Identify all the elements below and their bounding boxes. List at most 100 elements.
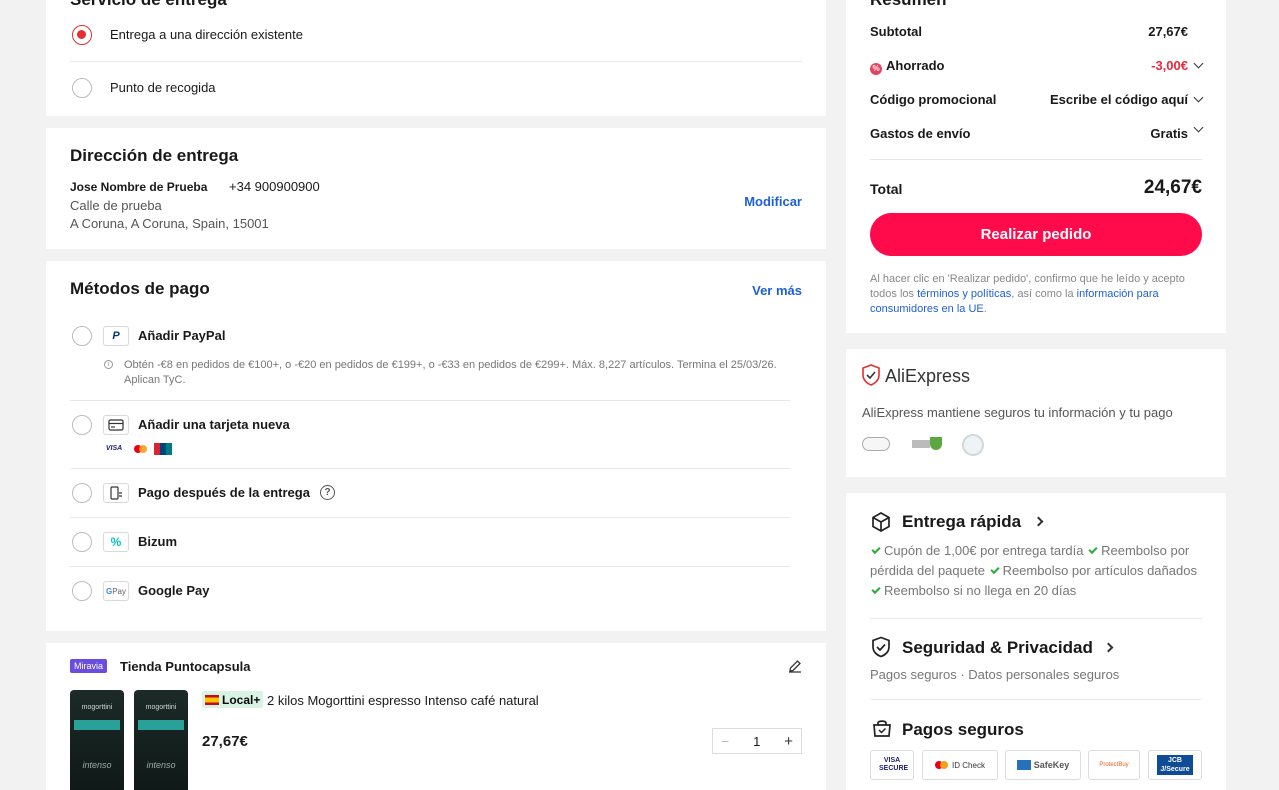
google-pay-label[interactable]: Google Pay: [138, 583, 210, 598]
mastercard-logo-icon: [130, 443, 150, 455]
product-variant: intenso: [82, 760, 112, 770]
product-price: 27,67€: [202, 733, 248, 750]
certification-badge-icon: [862, 437, 890, 451]
increase-quantity-button[interactable]: +: [784, 733, 793, 750]
saved-value: -3,00€: [1151, 58, 1188, 73]
shipping-row[interactable]: Gastos de envío Gratis: [870, 122, 1204, 146]
quantity-value[interactable]: 1: [753, 734, 760, 749]
promo-code-input[interactable]: Escribe el código aquí: [1050, 92, 1188, 107]
chevron-down-icon[interactable]: [1193, 122, 1204, 133]
protectbuy-badge: ProtectBuy: [1088, 750, 1140, 780]
delivery-service-card: Servicio de entrega Entrega a una direcc…: [46, 0, 826, 116]
ssl-badge-icon: [912, 437, 942, 451]
payment-methods-card: Métodos de pago Ver más P Añadir PayPal …: [46, 261, 826, 631]
address-card: Dirección de entrega Jose Nombre de Prue…: [46, 128, 826, 249]
spain-flag-icon: [205, 694, 219, 705]
store-card: Miravia Tienda Puntocapsula mogorttini i…: [46, 643, 826, 790]
jcb-secure-badge: JCB J/Secure: [1148, 750, 1202, 780]
radio-google-pay[interactable]: [72, 581, 92, 601]
summary-card: Resumen Subtotal 27,67€ % Ahorrado -3,00€…: [846, 0, 1226, 333]
chevron-right-icon[interactable]: [1103, 642, 1114, 653]
amex-safekey-badge: SafeKey: [1005, 750, 1081, 780]
address-city: A Coruna, A Coruna, Spain, 15001: [70, 216, 269, 231]
radio-existing-address[interactable]: [72, 25, 92, 45]
quantity-stepper[interactable]: − 1 +: [712, 728, 802, 754]
local-plus-badge: Local+: [202, 691, 264, 708]
paypal-label[interactable]: Añadir PayPal: [138, 328, 225, 343]
payment-methods-title: Métodos de pago: [70, 279, 210, 298]
bizum-label[interactable]: Bizum: [138, 534, 177, 549]
option-pickup-point-label[interactable]: Punto de recogida: [110, 80, 216, 95]
product-brand: mogorttini: [145, 704, 177, 711]
radio-new-card[interactable]: [72, 415, 92, 435]
radio-bizum[interactable]: [72, 532, 92, 552]
divider: [870, 618, 1202, 619]
visa-logo-icon: VISA: [105, 445, 123, 452]
recipient-name: Jose Nombre de Prueba: [70, 180, 208, 194]
shield-check-icon: [862, 364, 880, 389]
edit-icon[interactable]: [788, 659, 802, 673]
lock-bag-icon: [872, 718, 892, 741]
divider: [70, 400, 790, 401]
divider: [70, 517, 790, 518]
saved-row[interactable]: % Ahorrado -3,00€: [870, 58, 1204, 78]
product-brand: mogorttini: [81, 704, 113, 711]
package-icon: [870, 511, 892, 536]
divider: [70, 566, 790, 567]
subtotal-row: Subtotal 27,67€: [870, 24, 1202, 44]
help-icon[interactable]: ?: [320, 485, 335, 500]
check-icon: [871, 544, 881, 555]
check-icon: [989, 564, 1000, 575]
shipping-value: Gratis: [1150, 126, 1188, 141]
credit-card-icon: [103, 415, 129, 435]
legal-text: Al hacer clic en 'Realizar pedido', conf…: [870, 273, 1185, 315]
discount-icon: %: [870, 63, 882, 75]
subtotal-value: 27,67€: [1148, 24, 1188, 39]
shipping-label: Gastos de envío: [870, 126, 971, 141]
chevron-down-icon[interactable]: [1193, 92, 1204, 103]
total-value: 24,67€: [1143, 177, 1202, 198]
new-card-label[interactable]: Añadir una tarjeta nueva: [138, 417, 290, 432]
radio-paypal[interactable]: [72, 326, 92, 346]
check-icon: [1088, 544, 1098, 555]
terms-link[interactable]: términos y políticas: [917, 288, 1011, 300]
product-image[interactable]: mogorttini intenso mogorttini intenso: [70, 690, 190, 790]
option-existing-address-label[interactable]: Entrega a una dirección existente: [110, 27, 303, 42]
divider: [870, 159, 1202, 160]
security-text: Pagos seguros · Datos personales seguros: [870, 667, 1120, 682]
paypal-promo-text: Obtén -€8 en pedidos de €100+, o -€20 en…: [124, 359, 777, 386]
fast-delivery-title[interactable]: Entrega rápida: [902, 512, 1021, 532]
chevron-down-icon[interactable]: [1193, 58, 1204, 69]
radio-pickup-point[interactable]: [72, 78, 92, 98]
aliexpress-logo: AliExpress: [885, 366, 971, 386]
unionpay-logo-icon: [154, 443, 172, 455]
divider: [70, 468, 790, 469]
summary-title: Resumen: [870, 0, 947, 10]
secure-payments-title: Pagos seguros: [902, 720, 1024, 739]
guarantees-card: Entrega rápida Cupón de 1,00€ por entreg…: [846, 493, 1226, 790]
promo-code-label: Código promocional: [870, 92, 997, 107]
product-name[interactable]: 2 kilos Mogorttini espresso Intenso café…: [267, 693, 539, 708]
recipient-phone: +34 900900900: [229, 179, 320, 194]
address-street: Calle de prueba: [70, 198, 162, 213]
decrease-quantity-button[interactable]: −: [721, 733, 729, 749]
store-name[interactable]: Tienda Puntocapsula: [120, 659, 251, 674]
visa-secure-badge: VISA SECURE: [870, 750, 914, 780]
radio-pay-on-delivery[interactable]: [72, 483, 92, 503]
see-more-link[interactable]: Ver más: [752, 283, 802, 298]
saved-label: Ahorrado: [886, 58, 945, 73]
subtotal-label: Subtotal: [870, 24, 922, 39]
security-title[interactable]: Seguridad & Privacidad: [902, 638, 1093, 658]
shield-icon: [870, 636, 892, 661]
bizum-icon: %: [103, 532, 129, 552]
pay-on-delivery-label[interactable]: Pago después de la entrega: [138, 485, 310, 500]
place-order-button[interactable]: Realizar pedido: [870, 213, 1202, 256]
divider: [870, 699, 1202, 700]
chevron-right-icon[interactable]: [1033, 516, 1044, 527]
miravia-badge: Miravia: [70, 659, 108, 673]
product-variant: intenso: [146, 760, 176, 770]
promo-code-row[interactable]: Código promocional Escribe el código aqu…: [870, 92, 1204, 112]
mastercard-id-check-badge: ID Check: [922, 750, 998, 780]
modify-address-link[interactable]: Modificar: [744, 194, 802, 209]
trust-text: AliExpress mantiene seguros tu informaci…: [862, 405, 1173, 420]
